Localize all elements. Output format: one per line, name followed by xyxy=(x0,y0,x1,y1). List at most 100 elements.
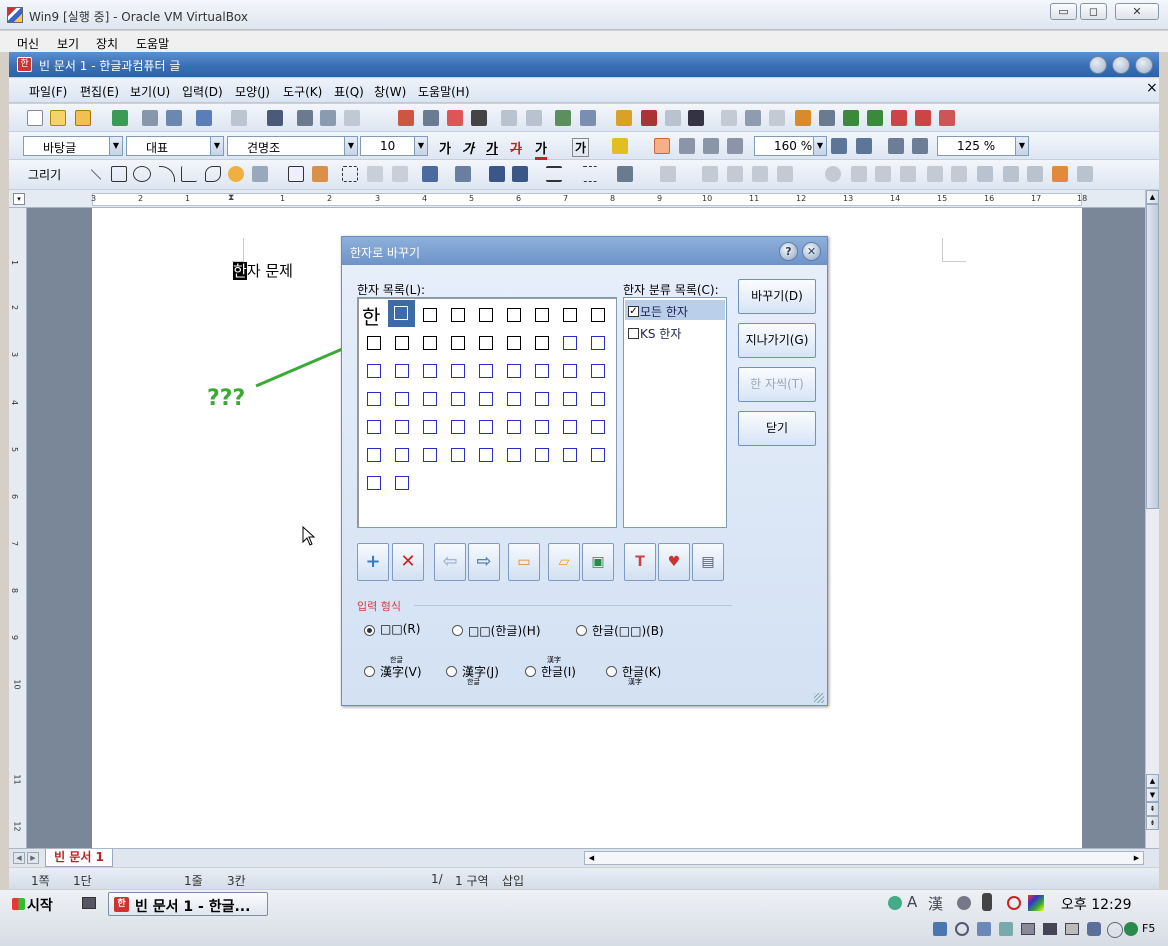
checkbox-all[interactable]: ✓ xyxy=(628,306,639,317)
radio-option-7[interactable] xyxy=(606,666,617,677)
hanja-candidate[interactable] xyxy=(591,364,605,378)
hanja-candidate[interactable] xyxy=(563,308,577,322)
macro3-icon[interactable] xyxy=(891,110,907,126)
align-objects-icon[interactable] xyxy=(702,166,718,182)
menu-close-icon[interactable]: × xyxy=(1146,80,1158,96)
rectangle-icon[interactable] xyxy=(111,166,127,182)
hanja-candidate[interactable] xyxy=(479,420,493,434)
hanja-candidate[interactable] xyxy=(367,364,381,378)
dash-style-icon[interactable] xyxy=(582,166,598,182)
next-icon[interactable]: ⇨ xyxy=(468,543,500,581)
ime-icon[interactable] xyxy=(888,896,902,910)
network-icon[interactable] xyxy=(999,922,1013,936)
cd-icon[interactable] xyxy=(955,922,969,936)
taskbar-hwp-button[interactable]: 한 빈 문서 1 - 한글... xyxy=(108,892,268,916)
props-icon[interactable] xyxy=(977,166,993,182)
menu-help[interactable]: 도움말 xyxy=(136,35,169,52)
crop-icon[interactable] xyxy=(927,166,943,182)
menu-devices[interactable]: 장치 xyxy=(96,35,118,52)
host-key-icon[interactable] xyxy=(1124,922,1138,936)
radio-option-2[interactable] xyxy=(452,625,463,636)
radio-option-6[interactable] xyxy=(525,666,536,677)
radio-option-3[interactable] xyxy=(576,625,587,636)
draw-label[interactable]: 그리기 xyxy=(28,166,61,183)
wrap-icon[interactable] xyxy=(825,166,841,182)
hanja-candidate[interactable] xyxy=(591,308,605,322)
replace-button[interactable]: 바꾸기(D) xyxy=(738,279,816,314)
shadow-icon[interactable] xyxy=(660,166,676,182)
select-icon[interactable] xyxy=(342,166,358,182)
hwp-restore-button[interactable] xyxy=(1112,56,1130,74)
hanja-candidate-selected[interactable] xyxy=(388,300,415,327)
checkbox-ks[interactable] xyxy=(628,328,639,339)
size-icon[interactable] xyxy=(875,166,891,182)
page-down-icon[interactable]: ⇟ xyxy=(1146,816,1159,830)
settings-icon[interactable]: ▤ xyxy=(692,543,724,581)
line-spacing-combo[interactable]: 160 % ▼ xyxy=(754,136,827,156)
chevron-down-icon[interactable]: ▼ xyxy=(1015,137,1028,155)
hanja-candidate[interactable] xyxy=(367,336,381,350)
bucket-icon[interactable] xyxy=(1052,166,1068,182)
connector-icon[interactable] xyxy=(252,166,268,182)
menu-view-hwp[interactable]: 보기(U) xyxy=(130,83,170,100)
skip-button[interactable]: 지나가기(G) xyxy=(738,323,816,358)
object-icon[interactable] xyxy=(312,166,328,182)
clock[interactable]: 오후 12:29 xyxy=(1061,894,1132,914)
pen-icon[interactable] xyxy=(228,166,244,182)
resize-grip-icon[interactable] xyxy=(814,693,824,703)
hanja-candidate[interactable] xyxy=(395,336,409,350)
menu-table[interactable]: 표(Q) xyxy=(334,83,364,100)
hanja-candidate[interactable] xyxy=(507,364,521,378)
language-combo[interactable]: 대표 ▼ xyxy=(126,136,224,156)
bullets-icon[interactable] xyxy=(912,138,928,154)
radio-option-5[interactable] xyxy=(446,666,457,677)
hanja-candidate[interactable] xyxy=(507,420,521,434)
align-left-icon[interactable] xyxy=(679,138,695,154)
ime-english-icon[interactable]: A xyxy=(907,893,917,911)
hanja-candidate[interactable] xyxy=(367,392,381,406)
hanja-candidate[interactable] xyxy=(423,448,437,462)
hanja-candidate[interactable] xyxy=(535,364,549,378)
menu-window[interactable]: 창(W) xyxy=(374,83,406,100)
unlink-icon[interactable] xyxy=(526,110,542,126)
font-combo[interactable]: 견명조 ▼ xyxy=(227,136,358,156)
chevron-down-icon[interactable]: ▼ xyxy=(344,137,357,155)
rotate-icon[interactable] xyxy=(752,166,768,182)
justify-icon[interactable] xyxy=(654,138,670,154)
hanja-candidate[interactable] xyxy=(423,336,437,350)
dialog-close-icon[interactable]: ✕ xyxy=(802,242,821,261)
delete-icon[interactable]: ✕ xyxy=(392,543,424,581)
line-style-icon[interactable] xyxy=(546,166,562,182)
align-icon[interactable] xyxy=(423,110,439,126)
dialog-close-button[interactable]: 닫기 xyxy=(738,411,816,446)
hanja-candidate[interactable] xyxy=(507,308,521,322)
zoom-combo[interactable]: 125 % ▼ xyxy=(937,136,1029,156)
save-icon[interactable]: ▣ xyxy=(582,543,614,581)
flip-icon[interactable] xyxy=(777,166,793,182)
hanja-candidate[interactable] xyxy=(451,308,465,322)
hanja-icon[interactable] xyxy=(641,110,657,126)
radio-option-1[interactable] xyxy=(364,625,375,636)
menu-tools[interactable]: 도구(K) xyxy=(283,83,322,100)
hanja-candidate[interactable] xyxy=(563,364,577,378)
chevron-down-icon[interactable]: ▼ xyxy=(813,137,826,155)
find-icon[interactable] xyxy=(267,110,283,126)
distribute-icon[interactable] xyxy=(727,166,743,182)
undo-icon[interactable] xyxy=(196,110,212,126)
hanja-candidate[interactable] xyxy=(591,336,605,350)
spell-icon[interactable] xyxy=(447,110,463,126)
effects-icon[interactable] xyxy=(1077,166,1093,182)
present-icon[interactable] xyxy=(819,110,835,126)
cpu-icon[interactable] xyxy=(1087,922,1101,936)
frame-icon[interactable] xyxy=(1003,166,1019,182)
copy-icon[interactable] xyxy=(320,110,336,126)
size-combo[interactable]: 10 ▼ xyxy=(360,136,428,156)
align-right-icon[interactable] xyxy=(727,138,743,154)
folder-icon[interactable]: ▱ xyxy=(548,543,580,581)
one-char-button[interactable]: 한 자씩(T) xyxy=(738,367,816,402)
menu-file[interactable]: 파일(F) xyxy=(29,83,67,100)
numbering-icon[interactable] xyxy=(888,138,904,154)
print-icon[interactable] xyxy=(142,110,158,126)
scroll-up-icon[interactable]: ▲ xyxy=(1146,774,1159,788)
hanja-candidate[interactable] xyxy=(591,448,605,462)
